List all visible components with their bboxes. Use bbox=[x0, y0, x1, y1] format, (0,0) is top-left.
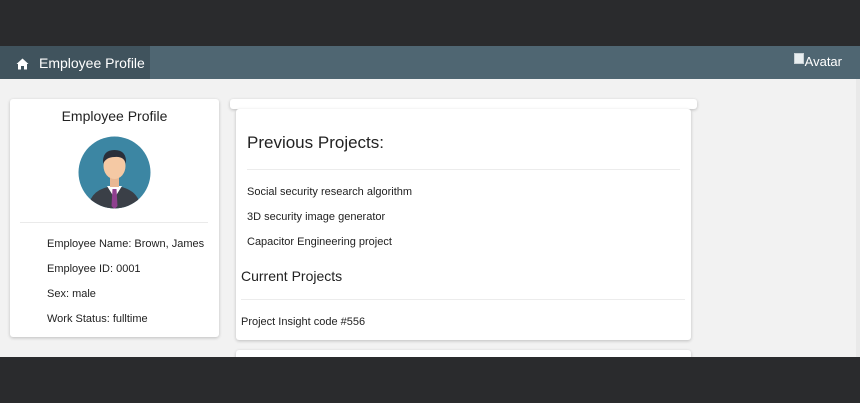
previous-project-item: Capacitor Engineering project bbox=[247, 236, 392, 248]
previous-project-item: Social security research algorithm bbox=[247, 186, 413, 198]
current-project-item: Project Insight code #556 bbox=[241, 316, 366, 328]
profile-card: Employee Profile Employee Name: Brown, J… bbox=[10, 99, 219, 337]
bottom-panel bbox=[236, 350, 691, 357]
top-panel-strip bbox=[230, 99, 697, 109]
nav-brand-label: Employee Profile bbox=[39, 54, 145, 71]
current-projects-divider bbox=[241, 299, 685, 300]
broken-image-icon bbox=[793, 53, 804, 64]
profile-card-title: Employee Profile bbox=[61, 108, 168, 124]
previous-project-item: 3D security image generator bbox=[247, 211, 386, 223]
nav-avatar[interactable]: Avatar bbox=[793, 53, 842, 69]
employee-sex: Sex: male bbox=[47, 288, 96, 300]
previous-projects-divider bbox=[247, 169, 680, 170]
previous-projects-list: Social security research algorithm 3D se… bbox=[247, 180, 412, 255]
projects-card: Previous Projects: Social security resea… bbox=[236, 109, 691, 340]
profile-divider bbox=[20, 222, 208, 223]
avatar-alt-text: Avatar bbox=[804, 54, 842, 69]
previous-projects-heading: Previous Projects: bbox=[247, 133, 384, 152]
employee-name: Employee Name: Brown, James bbox=[47, 238, 205, 250]
current-projects-heading: Current Projects bbox=[241, 268, 343, 284]
current-projects-list: Project Insight code #556 bbox=[241, 310, 365, 335]
employee-id: Employee ID: 0001 bbox=[47, 263, 141, 275]
employee-work-status: Work Status: fulltime bbox=[47, 313, 148, 325]
home-icon bbox=[16, 57, 29, 69]
page-scrollbar[interactable] bbox=[856, 79, 860, 357]
user-avatar-icon bbox=[78, 136, 151, 209]
top-navbar: Employee Profile Avatar bbox=[0, 46, 860, 79]
app-viewport: Employee Profile Avatar Employee Profile bbox=[0, 46, 860, 357]
nav-home-link[interactable]: Employee Profile bbox=[0, 46, 150, 79]
profile-details: Employee Name: Brown, James Employee ID:… bbox=[47, 232, 204, 332]
